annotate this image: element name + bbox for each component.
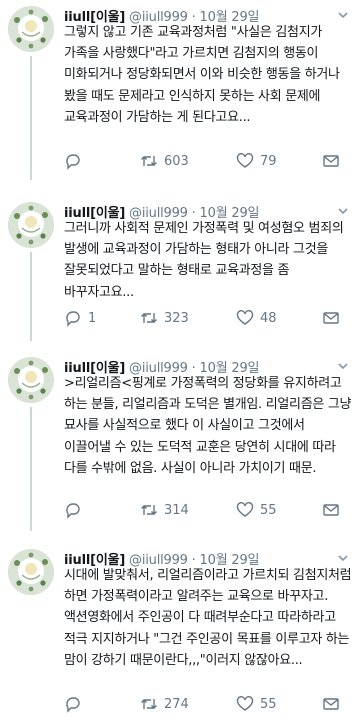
like-count: 55 <box>260 502 277 518</box>
tweet[interactable]: iiull[이울] @iiull999 · 10월 29일 >리얼리즘<핑계로 … <box>0 351 360 531</box>
reply-button[interactable] <box>64 695 88 713</box>
tweet-text: 시대에 발맞춰서, 리얼리즘이라고 가르치되 김첨지처럼 하면 가정폭력이라고 … <box>64 568 352 668</box>
retweet-button[interactable]: 314 <box>140 501 189 519</box>
reply-button[interactable]: 1 <box>64 309 96 327</box>
thread-line <box>30 407 32 531</box>
like-button[interactable]: 55 <box>236 695 277 713</box>
tweet-text: 그렇지 않고 기존 교육과정처럼 "사실은 김첨지가 가족을 사랑했다"라고 가… <box>64 25 340 125</box>
reply-icon <box>66 697 80 713</box>
retweet-count: 603 <box>164 153 189 169</box>
tweet-actions: 1 323 48 <box>64 309 352 331</box>
tweet-actions: 274 55 <box>64 695 352 717</box>
retweet-icon <box>141 699 157 709</box>
reply-button[interactable] <box>64 152 88 170</box>
direct-message-button[interactable] <box>322 695 340 713</box>
reply-count: 1 <box>88 310 97 326</box>
retweet-icon <box>141 313 157 323</box>
envelope-icon <box>323 504 339 516</box>
like-button[interactable]: 79 <box>236 152 277 170</box>
tweet[interactable]: iiull[이울] @iiull999 · 10월 29일 그렇지 않고 기존 … <box>0 0 360 180</box>
like-button[interactable]: 48 <box>236 309 277 327</box>
tweet[interactable]: iiull[이울] @iiull999 · 10월 29일 그러니까 사회적 문… <box>0 196 360 341</box>
avatar[interactable] <box>8 6 54 52</box>
reply-icon <box>66 503 80 519</box>
thread-line <box>30 56 32 180</box>
like-count: 79 <box>260 153 277 169</box>
direct-message-button[interactable] <box>322 501 340 519</box>
retweet-icon <box>141 505 157 515</box>
tweet-actions: 314 55 <box>64 501 352 523</box>
tweet-text: >리얼리즘<핑계로 가정폭력의 정당화를 유지하려고 하는 분들, 리얼리즘과 … <box>64 376 352 476</box>
retweet-count: 314 <box>164 502 189 518</box>
avatar[interactable] <box>8 549 54 595</box>
envelope-icon <box>323 312 339 324</box>
heart-icon <box>236 153 254 168</box>
heart-icon <box>236 696 254 711</box>
chevron-down-icon[interactable] <box>336 359 350 373</box>
chevron-down-icon[interactable] <box>336 551 350 565</box>
direct-message-button[interactable] <box>322 309 340 327</box>
retweet-count: 323 <box>164 310 189 326</box>
chevron-down-icon[interactable] <box>336 204 350 218</box>
reply-button[interactable] <box>64 501 88 519</box>
retweet-button[interactable]: 323 <box>140 309 189 327</box>
retweet-button[interactable]: 603 <box>140 152 189 170</box>
chevron-down-icon[interactable] <box>336 8 350 22</box>
tweet-text: 그러니까 사회적 문제인 가정폭력 및 여성혐오 범죄의 발생에 교육과정이 가… <box>64 221 344 300</box>
retweet-button[interactable]: 274 <box>140 695 189 713</box>
thread-line <box>30 252 32 341</box>
retweet-count: 274 <box>164 696 189 712</box>
heart-icon <box>236 310 254 325</box>
heart-icon <box>236 502 254 517</box>
tweet[interactable]: iiull[이울] @iiull999 · 10월 29일 시대에 발맞춰서, … <box>0 543 360 728</box>
like-count: 48 <box>260 310 277 326</box>
reply-icon <box>66 311 80 327</box>
envelope-icon <box>323 155 339 167</box>
reply-icon <box>66 154 80 170</box>
retweet-icon <box>141 156 157 166</box>
avatar[interactable] <box>8 357 54 403</box>
tweet-actions: 603 79 <box>64 152 352 174</box>
like-count: 55 <box>260 696 277 712</box>
direct-message-button[interactable] <box>322 152 340 170</box>
envelope-icon <box>323 698 339 710</box>
like-button[interactable]: 55 <box>236 501 277 519</box>
avatar[interactable] <box>8 202 54 248</box>
